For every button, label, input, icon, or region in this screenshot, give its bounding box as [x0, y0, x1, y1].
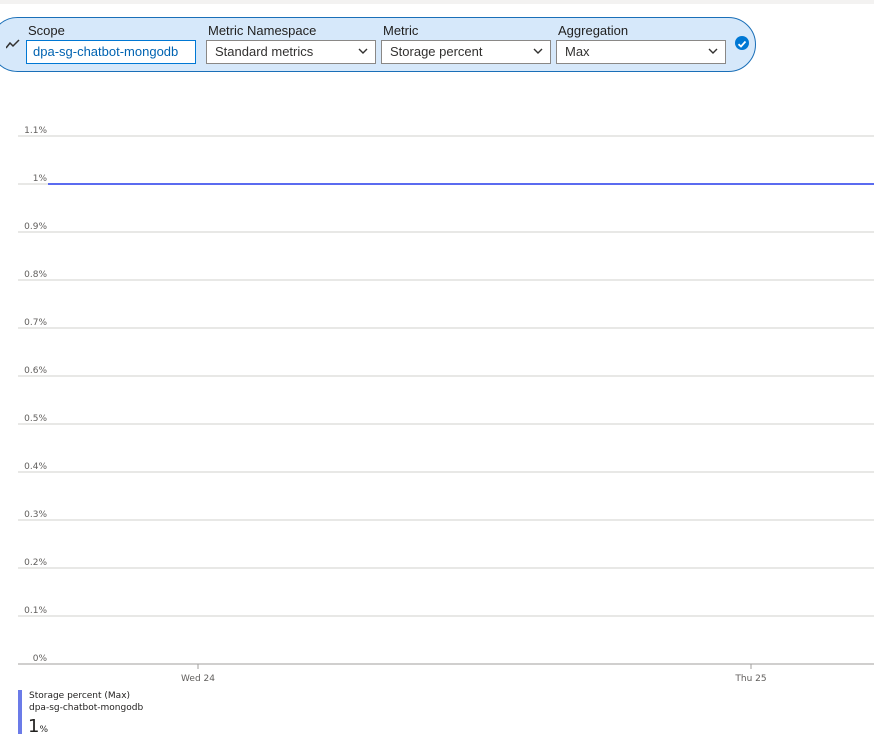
- aggregation-value: Max: [565, 44, 590, 59]
- metric-value: Storage percent: [390, 44, 483, 59]
- metric-namespace-dropdown[interactable]: Standard metrics: [206, 40, 376, 64]
- y-tick-label: 1%: [33, 174, 48, 184]
- y-tick-label: 0.2%: [24, 558, 47, 568]
- chevron-down-icon: [358, 48, 368, 54]
- metric-dropdown[interactable]: Storage percent: [381, 40, 551, 64]
- checkmark-circle-icon[interactable]: [735, 36, 749, 50]
- y-tick-label: 0.3%: [24, 510, 47, 520]
- y-tick-label: 0%: [33, 654, 48, 664]
- x-tick-label: Thu 25: [734, 674, 766, 684]
- legend-series-name[interactable]: Storage percent (Max): [29, 691, 130, 701]
- y-tick-label: 0.9%: [24, 222, 47, 232]
- legend-value-number: 1: [28, 716, 40, 737]
- scope-label: Scope: [28, 23, 65, 38]
- checkmark-icon: [737, 40, 747, 48]
- y-tick-label: 1.1%: [24, 126, 47, 136]
- aggregation-dropdown[interactable]: Max: [556, 40, 726, 64]
- metric-trend-icon: [6, 39, 20, 49]
- metric-namespace-value: Standard metrics: [215, 44, 314, 59]
- x-tick-label: Wed 24: [181, 674, 215, 684]
- legend-series-scope: dpa-sg-chatbot-mongodb: [29, 703, 144, 713]
- legend-color-bar: [18, 690, 22, 734]
- top-divider: [0, 0, 874, 4]
- metric-label: Metric: [383, 23, 419, 38]
- y-tick-label: 0.4%: [24, 462, 47, 472]
- y-tick-label: 0.6%: [24, 366, 47, 376]
- chevron-down-icon: [708, 48, 718, 54]
- metric-chart: 0% 0.1% 0.2% 0.3% 0.4% 0.5% 0.6% 0.7% 0.8% 0.9% 1%…: [18, 126, 874, 684]
- legend-value: 1%: [28, 716, 48, 737]
- metric-namespace-label: Metric Namespace: [208, 23, 317, 38]
- chevron-down-icon: [533, 48, 543, 54]
- y-tick-label: 0.8%: [24, 270, 47, 280]
- scope-input[interactable]: dpa-sg-chatbot-mongodb: [26, 40, 196, 64]
- y-tick-label: 0.1%: [24, 606, 47, 616]
- aggregation-label: Aggregation: [558, 23, 629, 38]
- y-tick-label: 0.7%: [24, 318, 47, 328]
- legend-value-unit: %: [39, 725, 49, 735]
- y-tick-label: 0.5%: [24, 414, 47, 424]
